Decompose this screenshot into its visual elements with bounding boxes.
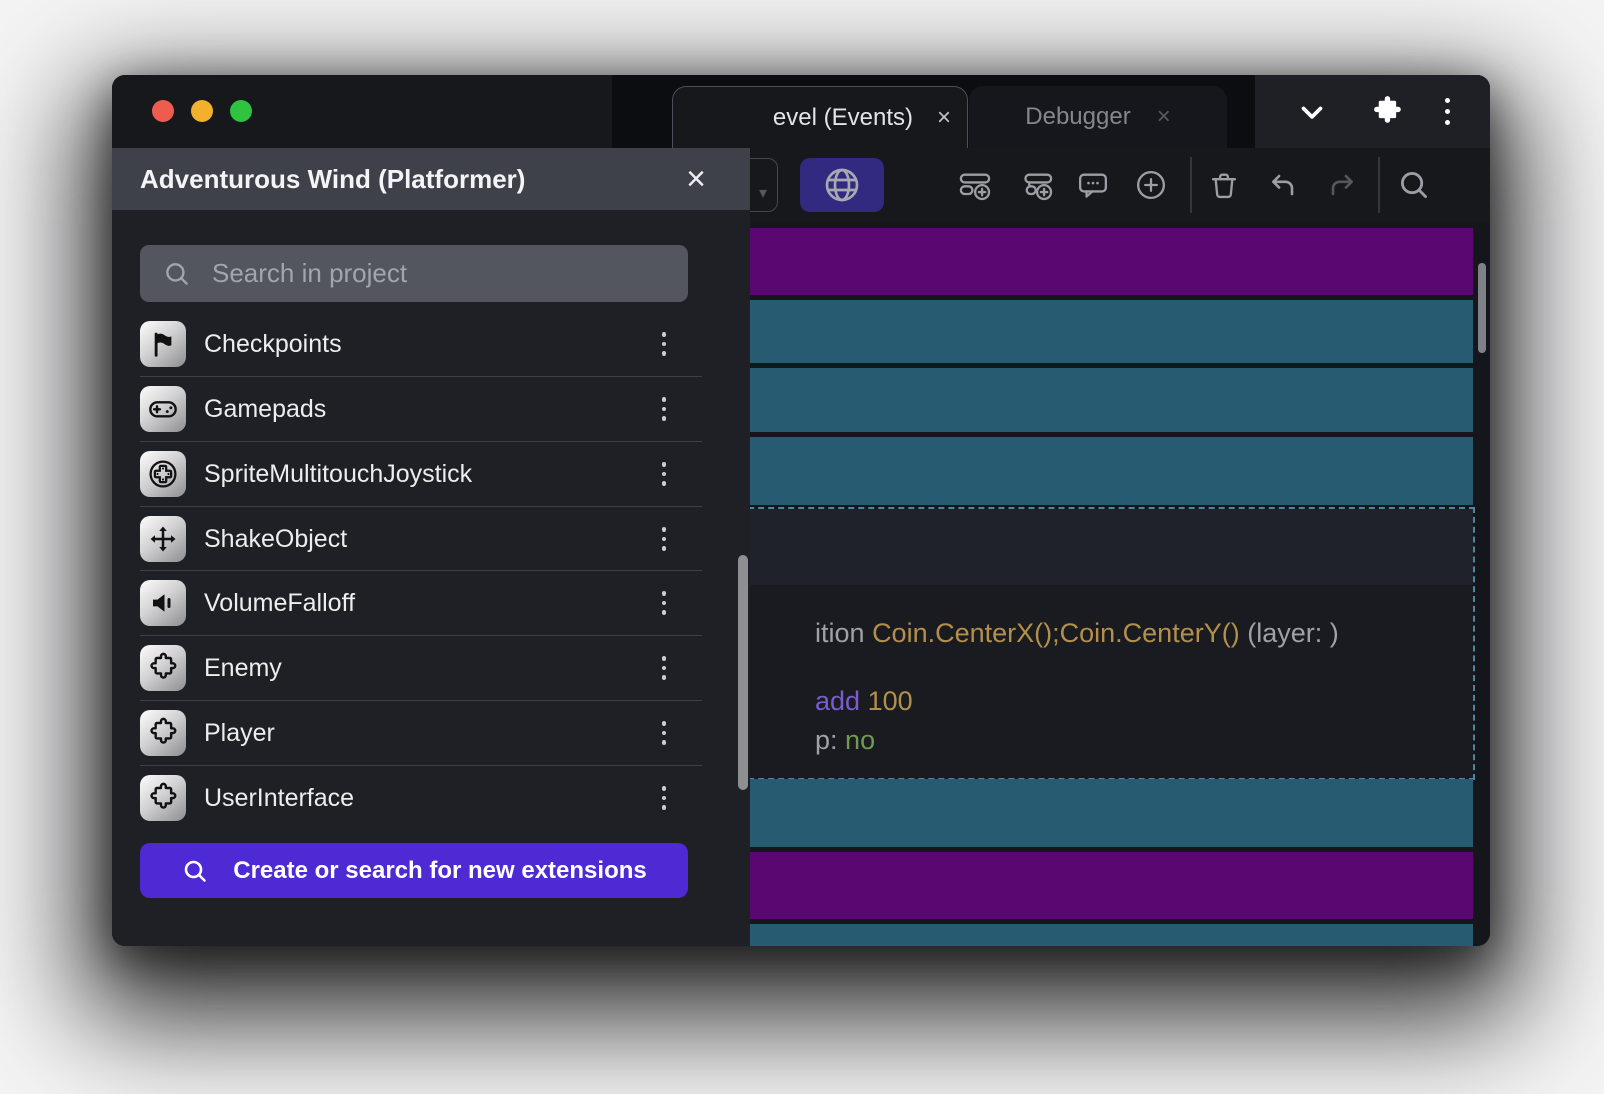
gamepad-icon (140, 386, 186, 432)
selected-event[interactable]: ition Coin.CenterX();Coin.CenterY() (lay… (638, 507, 1475, 780)
list-item-label: VolumeFalloff (204, 589, 355, 618)
app-window: evel (Events) × Debugger × ▾ (112, 75, 1490, 946)
kebab-menu-icon[interactable] (1445, 98, 1450, 125)
item-menu-icon[interactable] (662, 656, 667, 680)
puzzle-icon[interactable] (1369, 94, 1405, 130)
redo-button[interactable] (1324, 167, 1360, 203)
puzzle-icon (140, 645, 186, 691)
close-tab-icon[interactable]: × (1157, 105, 1171, 129)
events-scrollbar[interactable] (1478, 263, 1486, 353)
flag-icon (140, 321, 186, 367)
search-button[interactable] (1396, 167, 1432, 203)
close-panel-icon[interactable]: × (686, 162, 706, 196)
move-arrows-icon (140, 516, 186, 562)
panel-title: Adventurous Wind (Platformer) (140, 164, 525, 195)
list-item-enemy[interactable]: Enemy (140, 636, 688, 700)
item-menu-icon[interactable] (662, 462, 667, 486)
tab-debugger[interactable]: Debugger × (969, 86, 1227, 148)
action-value: no (845, 725, 875, 755)
item-menu-icon[interactable] (662, 527, 667, 551)
tab-label: evel (Events) (773, 104, 913, 132)
chevron-down-icon: ▾ (759, 183, 767, 203)
event-rows: ition Coin.CenterX();Coin.CenterY() (lay… (640, 222, 1473, 946)
zoom-window-button[interactable] (230, 100, 252, 122)
close-tab-icon[interactable]: × (937, 106, 951, 130)
delete-button[interactable] (1206, 167, 1242, 203)
item-menu-icon[interactable] (662, 591, 667, 615)
item-menu-icon[interactable] (662, 786, 667, 810)
globe-icon (822, 165, 862, 205)
action-text: p: (815, 725, 845, 755)
list-item-label: Enemy (204, 654, 282, 683)
event-row[interactable] (640, 368, 1473, 432)
topbar-right-actions (1255, 75, 1490, 148)
tab-level-events[interactable]: evel (Events) × (672, 86, 968, 148)
list-item-player[interactable]: Player (140, 701, 688, 765)
event-row[interactable] (640, 779, 1473, 847)
search-input[interactable]: Search in project (140, 245, 688, 302)
action-text: (layer: ) (1240, 618, 1339, 648)
list-item-label: SpriteMultitouchJoystick (204, 460, 472, 489)
panel-header: Adventurous Wind (Platformer) × (112, 148, 750, 210)
list-item-label: UserInterface (204, 784, 354, 813)
create-extension-label: Create or search for new extensions (233, 857, 646, 885)
list-item-checkpoints[interactable]: Checkpoints (140, 312, 688, 376)
item-menu-icon[interactable] (662, 332, 667, 356)
tab-label: Debugger (1025, 103, 1130, 131)
add-event-button[interactable] (957, 167, 993, 203)
minimize-window-button[interactable] (191, 100, 213, 122)
project-manager-panel: Adventurous Wind (Platformer) × Search i… (112, 148, 750, 946)
add-comment-button[interactable] (1075, 167, 1111, 203)
close-window-button[interactable] (152, 100, 174, 122)
event-row[interactable] (640, 924, 1473, 946)
puzzle-icon (140, 710, 186, 756)
list-item-spritemultitouchjoystick[interactable]: SpriteMultitouchJoystick (140, 442, 688, 506)
search-icon (162, 259, 192, 289)
add-subevent-button[interactable] (1019, 167, 1055, 203)
action-expression: Coin.CenterY() (1060, 618, 1240, 648)
speaker-icon (140, 580, 186, 626)
item-menu-icon[interactable] (662, 397, 667, 421)
event-row[interactable] (640, 852, 1473, 919)
joystick-icon (140, 451, 186, 497)
toolbar-divider (1378, 157, 1380, 213)
search-icon (181, 857, 209, 885)
list-item-gamepads[interactable]: Gamepads (140, 377, 688, 441)
event-row[interactable] (640, 228, 1473, 295)
list-item-userinterface[interactable]: UserInterface (140, 766, 688, 830)
puzzle-icon (140, 775, 186, 821)
list-item-label: Checkpoints (204, 330, 342, 359)
list-item-label: ShakeObject (204, 525, 347, 554)
list-item-volumefalloff[interactable]: VolumeFalloff (140, 571, 688, 635)
panel-scrollbar[interactable] (738, 555, 748, 790)
list-item-shakeobject[interactable]: ShakeObject (140, 507, 688, 571)
list-item-label: Gamepads (204, 395, 326, 424)
event-action-line[interactable]: p: no (740, 694, 875, 787)
globe-button[interactable] (800, 158, 884, 212)
list-item-label: Player (204, 719, 275, 748)
search-placeholder: Search in project (212, 258, 407, 289)
action-separator: ; (1052, 618, 1060, 648)
undo-button[interactable] (1265, 167, 1301, 203)
create-extension-button[interactable]: Create or search for new extensions (140, 843, 688, 898)
circle-plus-button[interactable] (1133, 167, 1169, 203)
chevron-down-icon[interactable] (1295, 95, 1329, 129)
event-row[interactable] (640, 437, 1473, 505)
action-expression: Coin.CenterX() (872, 618, 1052, 648)
item-menu-icon[interactable] (662, 721, 667, 745)
event-row[interactable] (640, 300, 1473, 363)
event-conditions-area[interactable] (640, 509, 1473, 585)
window-titlebar: evel (Events) × Debugger × (112, 75, 1490, 148)
toolbar-divider (1190, 157, 1192, 213)
action-text: ition (815, 618, 872, 648)
